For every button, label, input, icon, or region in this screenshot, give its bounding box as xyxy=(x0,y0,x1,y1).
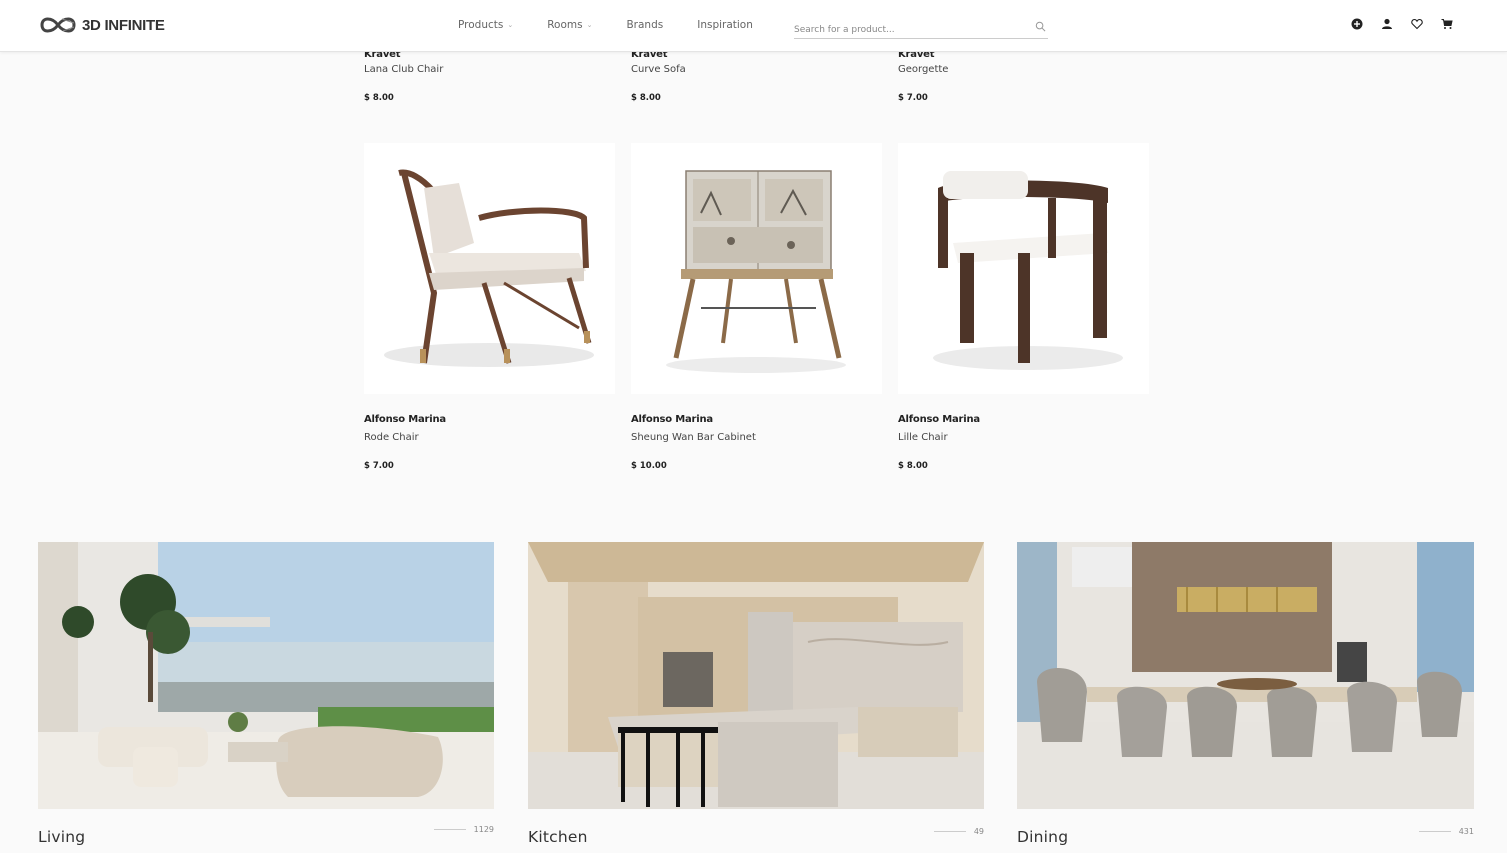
room-count-value: 49 xyxy=(973,827,984,836)
nav-rooms[interactable]: Rooms ⌄ xyxy=(547,19,592,31)
divider xyxy=(433,829,466,830)
user-icon[interactable] xyxy=(1381,18,1393,30)
nav-inspiration[interactable]: Inspiration xyxy=(697,19,753,31)
product-image[interactable] xyxy=(364,143,615,394)
product-price: $ 8.00 xyxy=(364,93,394,103)
room-image[interactable] xyxy=(38,542,494,809)
product-name[interactable]: Curve Sofa xyxy=(631,64,882,75)
product-card[interactable]: Kravet Lana Club Chair $ 8.00 xyxy=(364,49,615,103)
cart-icon[interactable] xyxy=(1441,18,1453,30)
nav-brands[interactable]: Brands xyxy=(626,19,663,31)
room-count: 431 xyxy=(1418,827,1474,836)
product-price: $ 8.00 xyxy=(898,461,928,471)
product-name[interactable]: Lana Club Chair xyxy=(364,64,615,75)
chevron-down-icon: ⌄ xyxy=(507,21,514,29)
site-header: 3D INFINITE Products ⌄ Rooms ⌄ Brands In… xyxy=(0,0,1507,52)
product-brand: Alfonso Marina xyxy=(898,414,980,425)
product-price: $ 10.00 xyxy=(631,461,667,471)
product-price: $ 7.00 xyxy=(364,461,394,471)
logo-text: 3D INFINITE xyxy=(82,16,165,34)
living-room-image xyxy=(38,542,494,809)
lounge-chair-image xyxy=(384,169,594,367)
product-price: $ 7.00 xyxy=(898,93,928,103)
product-name[interactable]: Georgette xyxy=(898,64,1149,75)
product-brand: Alfonso Marina xyxy=(631,414,713,425)
product-brand: Alfonso Marina xyxy=(364,414,446,425)
product-card[interactable]: Kravet Georgette $ 7.00 xyxy=(898,49,1149,103)
product-name[interactable]: Sheung Wan Bar Cabinet xyxy=(631,432,882,443)
nav-brands-label: Brands xyxy=(626,19,664,31)
search-icon[interactable] xyxy=(1035,21,1046,32)
room-count-value: 1129 xyxy=(473,825,494,834)
nav-inspiration-label: Inspiration xyxy=(697,19,753,31)
room-card-living[interactable]: Living 1129 xyxy=(38,542,494,846)
room-image[interactable] xyxy=(1017,542,1474,809)
product-image[interactable] xyxy=(898,143,1149,394)
room-image[interactable] xyxy=(528,542,984,809)
divider xyxy=(1418,831,1451,832)
room-title[interactable]: Living xyxy=(38,828,494,846)
add-icon[interactable] xyxy=(1351,18,1363,30)
nav-products[interactable]: Products ⌄ xyxy=(458,19,513,31)
room-count: 1129 xyxy=(433,825,494,834)
room-count: 49 xyxy=(933,827,984,836)
room-count-value: 431 xyxy=(1458,827,1474,836)
kitchen-image xyxy=(528,542,984,809)
heart-icon[interactable] xyxy=(1411,18,1423,30)
product-name[interactable]: Lille Chair xyxy=(898,432,1149,443)
product-card[interactable]: Kravet Curve Sofa $ 8.00 xyxy=(631,49,882,103)
room-card-dining[interactable]: Dining 431 xyxy=(1017,542,1474,846)
product-price: $ 8.00 xyxy=(631,93,661,103)
logo[interactable]: 3D INFINITE xyxy=(38,14,165,36)
search-input[interactable] xyxy=(794,20,1024,40)
main-nav: Products ⌄ Rooms ⌄ Brands Inspiration xyxy=(458,19,787,31)
product-card[interactable]: Alfonso Marina Rode Chair $ 7.00 xyxy=(364,143,615,471)
dining-room-image xyxy=(1017,542,1474,809)
room-card-kitchen[interactable]: Kitchen 49 xyxy=(528,542,984,846)
product-image[interactable] xyxy=(631,143,882,394)
product-card[interactable]: Alfonso Marina Sheung Wan Bar Cabinet $ … xyxy=(631,143,882,471)
nav-products-label: Products xyxy=(458,19,504,31)
bar-cabinet-image xyxy=(666,170,846,373)
nav-rooms-label: Rooms xyxy=(547,19,583,31)
divider xyxy=(933,831,966,832)
infinity-logo-icon xyxy=(40,17,76,33)
room-title[interactable]: Kitchen xyxy=(528,828,984,846)
product-card[interactable]: Alfonso Marina Lille Chair $ 8.00 xyxy=(898,143,1149,471)
header-actions xyxy=(1351,18,1453,30)
search-bar xyxy=(794,17,1048,40)
chevron-down-icon: ⌄ xyxy=(586,21,593,29)
room-title[interactable]: Dining xyxy=(1017,828,1474,846)
dining-chair-image xyxy=(933,171,1123,370)
product-name[interactable]: Rode Chair xyxy=(364,432,615,443)
